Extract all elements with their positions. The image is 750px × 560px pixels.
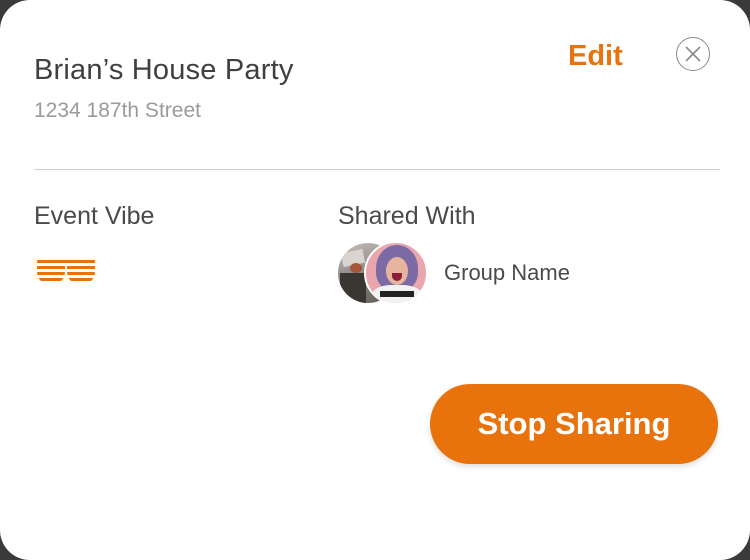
group-name[interactable]: Group Name: [444, 260, 570, 286]
event-vibe-label: Event Vibe: [34, 202, 155, 230]
group-avatars[interactable]: [338, 241, 434, 305]
close-icon: [685, 46, 701, 62]
edit-button[interactable]: Edit: [568, 40, 623, 73]
stop-sharing-button[interactable]: Stop Sharing: [430, 384, 718, 464]
event-share-card: Brian’s House Party 1234 187th Street Ed…: [0, 0, 750, 560]
divider: [34, 169, 720, 170]
member-avatar-photo: [364, 241, 428, 305]
close-button[interactable]: [676, 37, 710, 71]
event-title: Brian’s House Party: [34, 54, 294, 86]
shared-with-label: Shared With: [338, 202, 476, 230]
shutter-shades-icon: [36, 258, 96, 291]
event-address: 1234 187th Street: [34, 99, 201, 122]
